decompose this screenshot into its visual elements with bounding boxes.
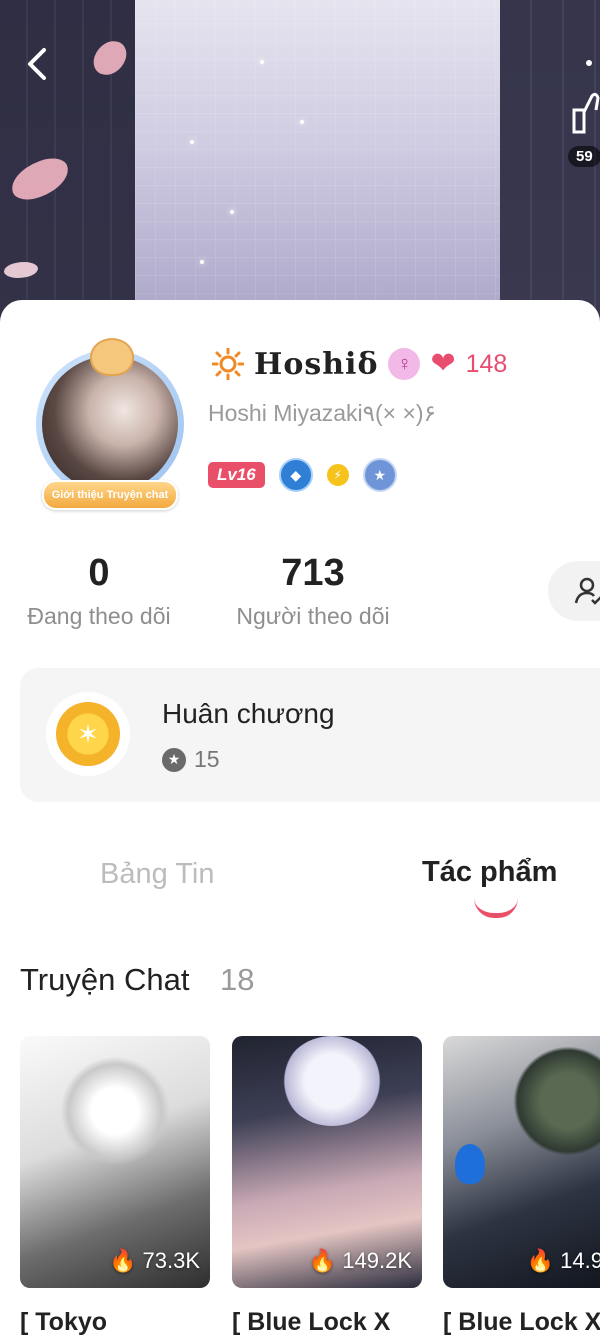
story-views-count: 149.2K xyxy=(342,1248,412,1273)
following-label: Đang theo dõi xyxy=(27,603,171,629)
username: Hoshi Miyazaki٩(× ×)۶ xyxy=(208,400,436,426)
followers-stat[interactable]: 713 Người theo dõi xyxy=(228,552,398,630)
fire-icon: 🔥 xyxy=(308,1248,337,1273)
story-cover-art xyxy=(513,1046,600,1156)
hexagon-star-icon[interactable]: ★ xyxy=(362,458,397,492)
medal-count-row: ★ 15 xyxy=(162,746,220,773)
medal-star: ✶ xyxy=(56,702,120,766)
star-icon: ★ xyxy=(162,747,186,772)
sparkle xyxy=(260,60,264,64)
story-card[interactable]: 🔥 73.3K xyxy=(20,1036,210,1288)
sun-icon xyxy=(212,348,244,380)
fire-icon: 🔥 xyxy=(109,1248,137,1273)
sparkle xyxy=(300,120,304,124)
story-views: 🔥 149.2K xyxy=(309,1248,412,1274)
sparkle xyxy=(190,140,194,144)
story-title[interactable]: [ Tokyo xyxy=(20,1308,107,1337)
sparkle xyxy=(230,210,234,214)
sparkle xyxy=(200,260,204,264)
level-badge[interactable]: Lv16 xyxy=(208,462,265,488)
medal-count: 15 xyxy=(194,746,220,772)
water-drop-icon[interactable]: ◆ xyxy=(278,458,313,492)
tab-feed[interactable]: Bảng Tin xyxy=(100,858,214,891)
section-count: 18 xyxy=(220,962,255,997)
fire-icon: 🔥 xyxy=(526,1248,555,1273)
following-count: 0 xyxy=(88,552,110,594)
story-views: 🔥 14.9 xyxy=(527,1248,600,1274)
story-title[interactable]: [ Blue Lock X xyxy=(232,1308,390,1337)
intro-tag[interactable]: Giới thiệu Truyện chat xyxy=(42,480,178,510)
avatar[interactable]: Giới thiệu Truyện chat xyxy=(28,338,190,510)
badge-row: Lv16 ◆ ⚡ ★ xyxy=(208,458,397,492)
avatar-image xyxy=(42,356,178,492)
like-count: 59 xyxy=(568,146,600,167)
back-button[interactable] xyxy=(18,44,58,84)
story-views: 🔥 73.3K xyxy=(109,1248,200,1274)
medal-icon: ✶ xyxy=(46,692,130,776)
thumbs-up-icon xyxy=(572,92,600,134)
story-cover-art xyxy=(282,1036,382,1126)
profile-banner xyxy=(0,0,600,330)
section-title: Truyện Chat xyxy=(20,962,190,997)
story-card[interactable]: 🔥 149.2K xyxy=(232,1036,422,1288)
story-card[interactable]: 🔥 14.9 xyxy=(443,1036,600,1288)
story-views-count: 14.9 xyxy=(560,1248,600,1273)
add-friend-icon xyxy=(574,577,600,605)
more-dot[interactable] xyxy=(586,60,592,66)
display-name: Hoshiδ xyxy=(254,346,379,382)
story-cover-art xyxy=(60,1056,170,1166)
story-title[interactable]: [ Blue Lock X xyxy=(443,1308,600,1337)
medal-title: Huân chương xyxy=(162,698,335,729)
heart-count: 148 xyxy=(465,349,508,378)
tab-works[interactable]: Tác phẩm xyxy=(422,856,557,889)
story-views-count: 73.3K xyxy=(142,1248,201,1273)
female-icon: ♀ xyxy=(388,348,421,380)
add-friend-button[interactable] xyxy=(548,561,600,621)
name-row: Hoshiδ ♀ ❤ 148 xyxy=(212,342,507,386)
heart-icon: ❤ xyxy=(430,347,456,380)
followers-label: Người theo dõi xyxy=(236,603,390,629)
banner-window xyxy=(135,0,500,330)
back-arrow-icon xyxy=(28,48,46,80)
lightning-icon[interactable]: ⚡ xyxy=(326,464,349,486)
butterfly-icon xyxy=(455,1144,485,1184)
followers-count: 713 xyxy=(281,552,345,594)
following-stat[interactable]: 0 Đang theo dõi xyxy=(20,552,178,630)
bear-decoration-icon xyxy=(90,338,134,376)
